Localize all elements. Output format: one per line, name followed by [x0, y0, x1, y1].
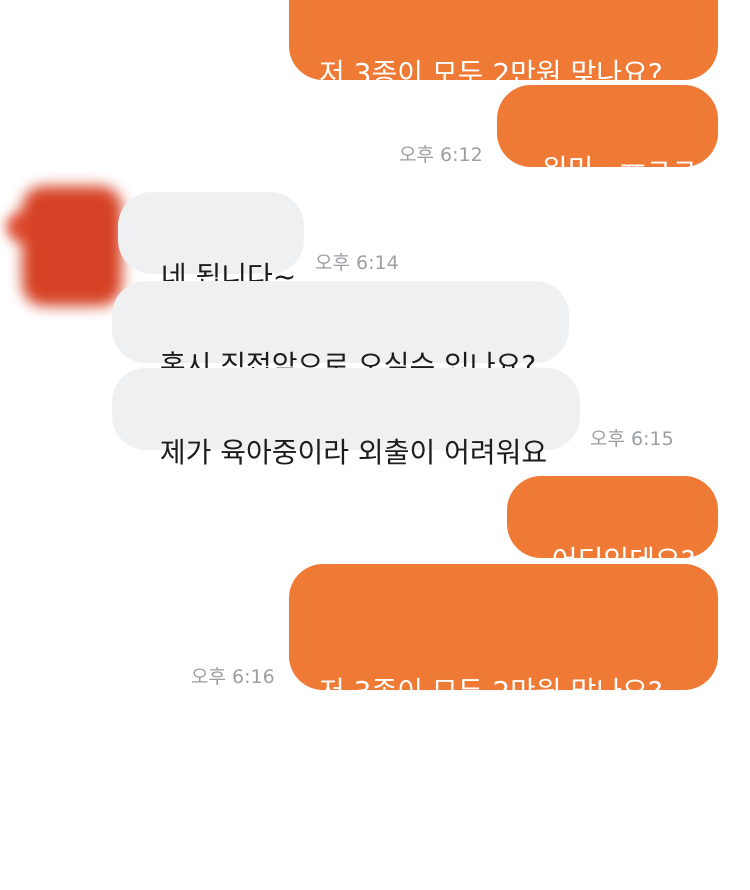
outgoing-message-bubble[interactable]: 저 3종이 모두 2만원 맞나요? 당근페이로 할까요 — [289, 0, 718, 222]
message-timestamp: 오후 6:16 — [191, 666, 275, 688]
outgoing-message-bubble[interactable]: 저 3종이 모두 2만원 맞나요? 당근페이로 할까요 — [289, 564, 718, 840]
message-line: 당근페이로 할까요 — [319, 807, 534, 840]
message-line: 저 3종이 모두 2만원 맞나요? — [319, 675, 663, 708]
message-text: 워미.. ㅠㅋㅋ — [541, 153, 698, 186]
outgoing-message-bubble[interactable]: 워미.. ㅠㅋㅋ — [497, 85, 718, 186]
outgoing-message-bubble[interactable]: 어디인데요? — [507, 476, 718, 577]
incoming-message-bubble[interactable]: 네 됩니다~ — [118, 192, 304, 293]
message-text: 제가 육아중이라 외출이 어려워요 — [159, 436, 548, 469]
message-timestamp: 오후 6:12 — [399, 144, 483, 166]
incoming-message-bubble[interactable]: 혹시 직접앞으로 오실수 있나요? — [112, 281, 569, 382]
message-timestamp: 오후 6:15 — [590, 428, 674, 450]
avatar[interactable] — [22, 186, 122, 306]
incoming-message-bubble[interactable]: 제가 육아중이라 외출이 어려워요 — [112, 368, 580, 469]
message-timestamp: 오후 6:14 — [315, 252, 399, 274]
